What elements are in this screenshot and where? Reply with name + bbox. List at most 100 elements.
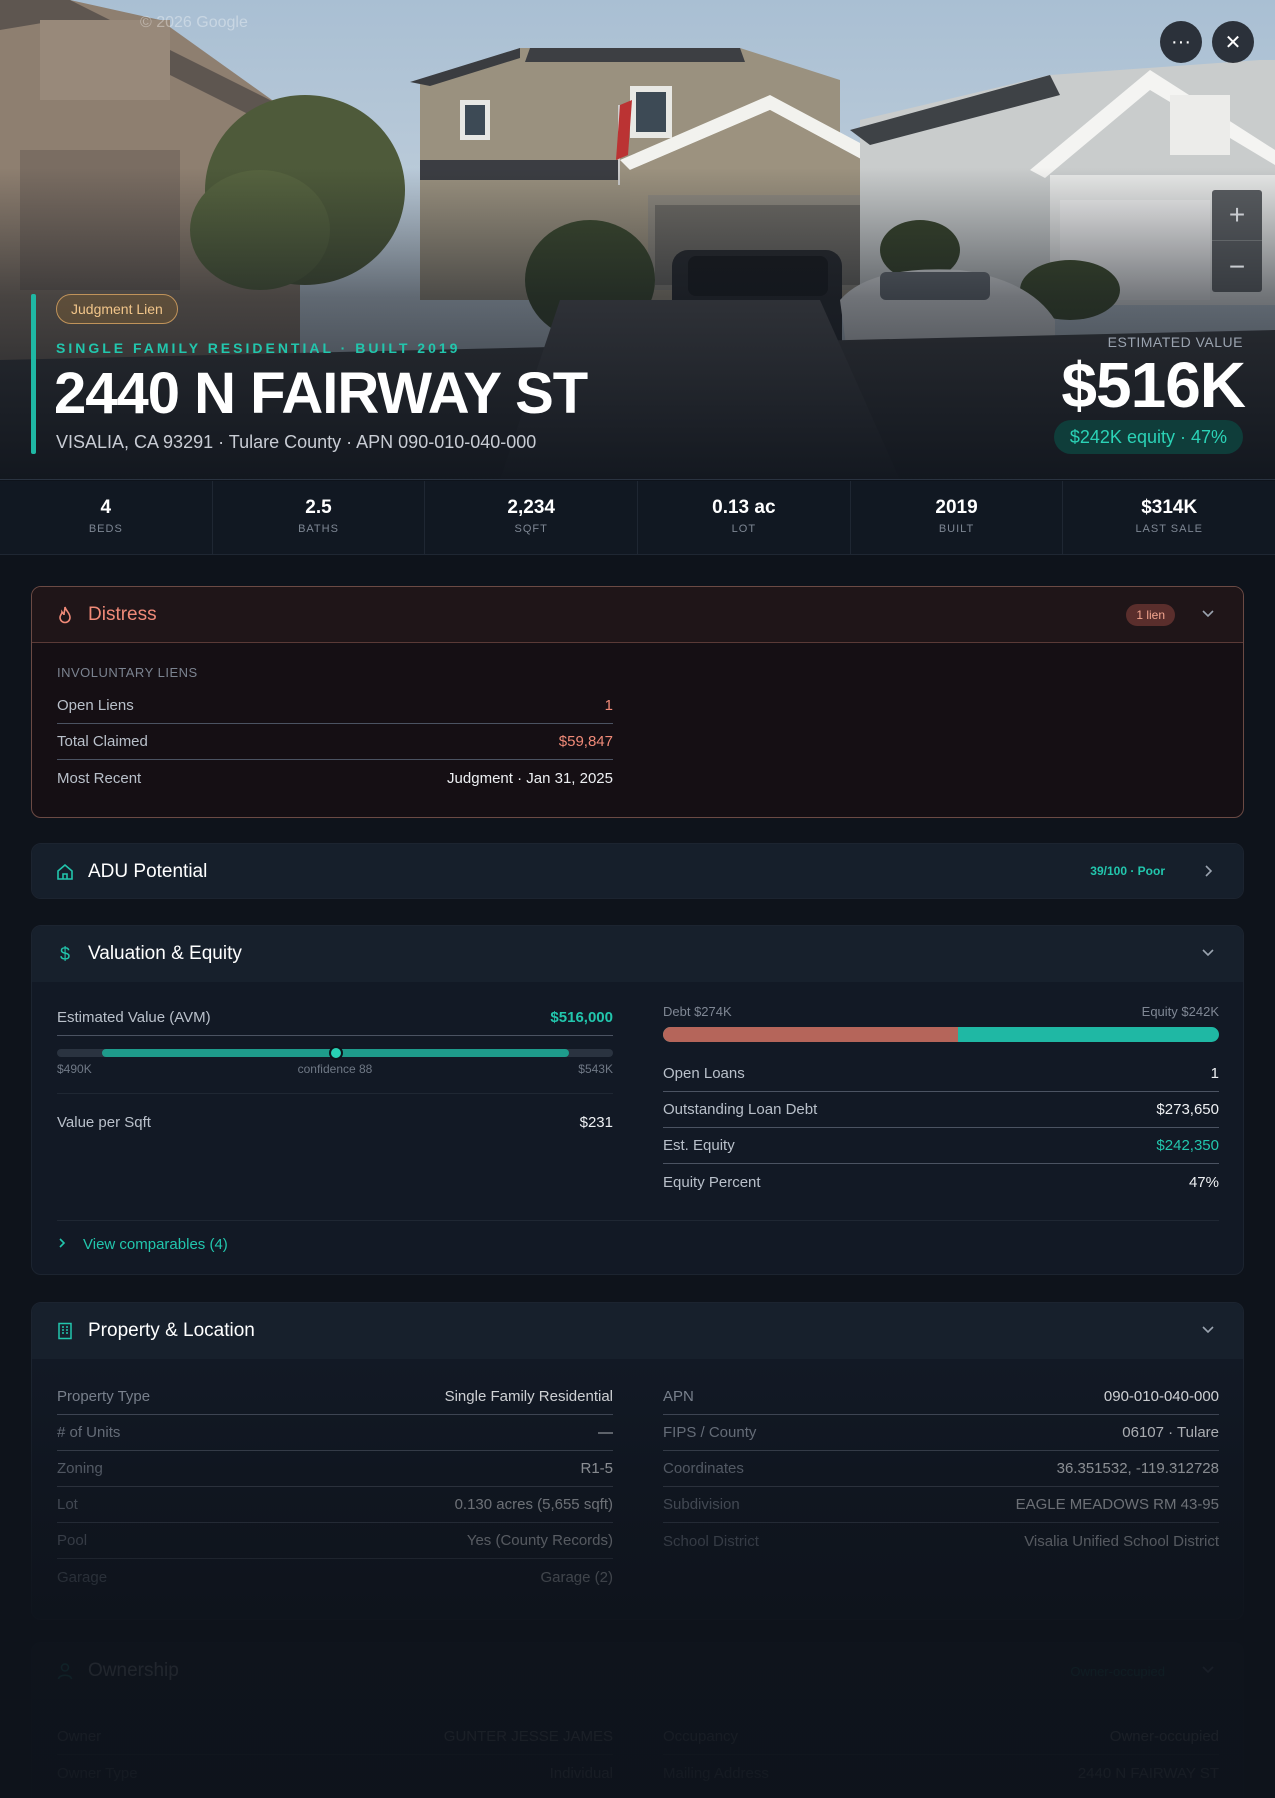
row-value: Judgment · Jan 31, 2025 [447,769,613,787]
row-label: # of Units [57,1424,121,1441]
row-value: $273,650 [1156,1101,1219,1118]
avm-row: Estimated Value (AVM) $516,000 [57,1000,613,1036]
view-comparables-link[interactable]: View comparables (4) [57,1236,228,1253]
involuntary-liens-label: INVOLUNTARY LIENS [57,665,198,680]
chevron-right-icon[interactable] [1201,864,1215,883]
stat-label: BATHS [298,523,339,535]
row-value: EAGLE MEADOWS RM 43-95 [1015,1496,1219,1513]
adu-score: 39/100 · Poor [1090,864,1165,878]
stat-value: 2.5 [305,497,332,518]
chevron-down-icon[interactable] [1201,946,1215,965]
chevron-down-icon[interactable] [1201,607,1215,626]
row-label: FIPS / County [663,1424,757,1441]
person-icon [56,1662,74,1680]
row-label: Garage [57,1568,108,1586]
units-row: # of Units — [57,1415,613,1451]
zoom-controls: + − [1212,190,1262,292]
distress-header[interactable]: Distress 1 lien [32,587,1243,643]
debt-portion [663,1027,958,1042]
row-value: 0.130 acres (5,655 sqft) [454,1496,613,1513]
adu-potential-panel[interactable]: ADU Potential 39/100 · Poor [31,843,1244,899]
row-label: Subdivision [663,1496,740,1513]
row-value: 36.351532, -119.312728 [1056,1460,1219,1477]
judgment-lien-badge: Judgment Lien [56,294,178,324]
row-label: Zoning [57,1460,103,1477]
open-loans-row: Open Loans 1 [663,1056,1219,1092]
adu-header[interactable]: ADU Potential 39/100 · Poor [32,844,1243,898]
owner-row: Owner GUNTER JESSE JAMES [57,1719,613,1755]
row-value: $242,350 [1156,1137,1219,1154]
coordinates-row: Coordinates 36.351532, -119.312728 [663,1451,1219,1487]
lot-row: Lot 0.130 acres (5,655 sqft) [57,1487,613,1523]
loan-debt-row: Outstanding Loan Debt $273,650 [663,1092,1219,1128]
avm-range-marker [329,1046,343,1060]
row-label: Mailing Address [663,1764,769,1782]
zoom-out-button[interactable]: − [1212,241,1262,292]
stat-lot: 0.13 ac LOT [638,481,851,554]
hero-photo: ··· ✕ + − Judgment Lien SINGLE FAMILY RE… [0,0,1275,480]
stat-last-sale: $314K LAST SALE [1063,481,1275,554]
row-value: R1-5 [580,1460,613,1477]
debt-equity-labels: Debt $274K Equity $242K [663,1004,1219,1019]
property-type-row: Property Type Single Family Residential [57,1379,613,1415]
row-label: Value per Sqft [57,1113,151,1131]
chevron-down-icon[interactable] [1201,1323,1215,1342]
valuation-equity-panel: $ Valuation & Equity Estimated Value (AV… [31,925,1244,1275]
lien-count-badge: 1 lien [1126,604,1175,626]
row-label: Most Recent [57,769,142,787]
row-label: Property Type [57,1388,151,1405]
stat-label: SQFT [514,523,548,535]
value-per-sqft-row: Value per Sqft $231 [57,1104,613,1140]
row-value: Garage (2) [540,1568,613,1586]
dollar-icon: $ [59,943,70,964]
more-options-button[interactable]: ··· [1160,21,1202,63]
row-value: $231 [579,1113,613,1131]
open-liens-row: Open Liens 1 [57,688,613,724]
range-high: $543K [578,1062,613,1076]
garage-row: Garage Garage (2) [57,1559,613,1595]
row-label: Equity Percent [663,1173,761,1191]
stat-label: LOT [731,523,757,535]
mailing-address-row: Mailing Address 2440 N FAIRWAY ST [663,1755,1219,1791]
ownership-header[interactable]: Ownership Owner-occupied [32,1643,1243,1699]
occupancy-row: Occupancy Owner-occupied [663,1719,1219,1755]
occupancy-badge: Owner-occupied [1070,1664,1165,1679]
zoom-in-button[interactable]: + [1212,190,1262,241]
equity-label: Equity $242K [1141,1004,1219,1019]
more-icon: ··· [1171,30,1191,53]
row-label: Owner Type [57,1764,138,1782]
row-label: Open Loans [663,1065,745,1082]
avm-range-track [57,1046,613,1060]
chevron-down-icon[interactable] [1201,1663,1215,1682]
row-label: Open Liens [57,697,134,714]
estimated-value: $516K [1061,349,1246,421]
stat-label: BEDS [88,523,123,535]
property-title: Property & Location [88,1320,255,1341]
row-label: Est. Equity [663,1137,735,1154]
row-label: School District [663,1532,759,1550]
stat-value: 2,234 [507,497,555,518]
close-button[interactable]: ✕ [1212,21,1254,63]
accent-bar [31,294,36,454]
row-value: Individual [549,1764,613,1782]
valuation-header[interactable]: $ Valuation & Equity [32,926,1243,982]
stat-sqft: 2,234 SQFT [425,481,639,554]
school-district-row: School District Visalia Unified School Di… [663,1523,1219,1559]
row-label: Lot [57,1496,78,1513]
equity-pill: $242K equity · 47% [1053,420,1243,454]
valuation-title: Valuation & Equity [88,943,242,964]
property-header[interactable]: Property & Location [32,1303,1243,1359]
pool-row: Pool Yes (County Records) [57,1523,613,1559]
stat-value: 4 [100,497,112,518]
map-watermark: © 2026 Google [140,14,248,31]
chevron-right-icon [57,1236,67,1253]
row-value: $59,847 [558,733,613,750]
adu-title: ADU Potential [88,861,208,882]
stat-value: 0.13 ac [712,497,776,518]
row-label: Outstanding Loan Debt [663,1101,818,1118]
property-location-panel: Property & Location Property Type Single … [31,1302,1244,1620]
equity-percent-row: Equity Percent 47% [663,1164,1219,1200]
property-address-title: 2440 N FAIRWAY ST [54,361,588,426]
property-subtitle: SINGLE FAMILY RESIDENTIAL · BUILT 2019 [56,340,461,356]
row-value: 1 [604,697,613,714]
